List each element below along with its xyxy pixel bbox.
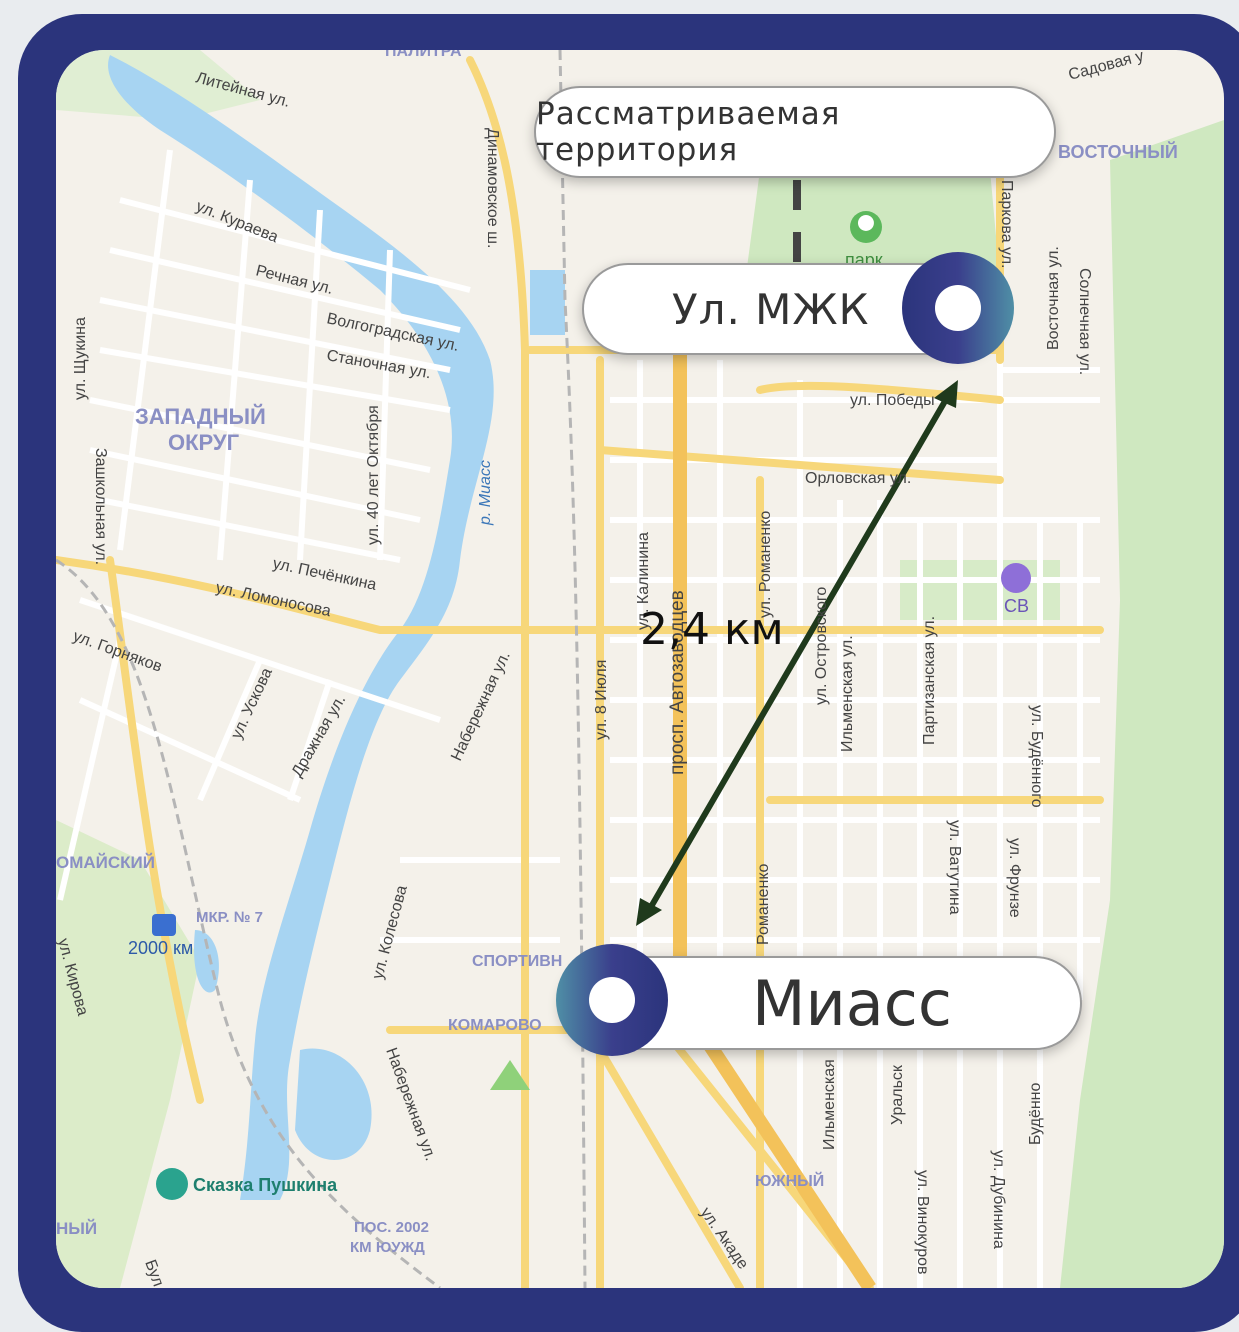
district-label: ЗАПАДНЫЙ [135, 404, 266, 429]
map-area[interactable]: Литейная ул. ул. Кураева Речная ул. Волг… [56, 50, 1224, 1288]
street-label: Уральск [889, 1064, 906, 1125]
street-label: Садовая у [1067, 50, 1146, 84]
territory-label: Рассматриваемая территория [536, 96, 841, 168]
street-label: Ильменская ул. [839, 635, 856, 752]
river-label: р. Миасс [477, 460, 494, 526]
street-label: ул. Ватутина [946, 820, 963, 915]
street-label: Партизанская ул. [921, 616, 938, 745]
marker-dot [935, 285, 981, 331]
end-marker-icon[interactable] [556, 944, 668, 1056]
district-label: МКР. № 7 [196, 909, 263, 926]
district-label: СПОРТИВН [472, 953, 562, 970]
street-label: ул. Будённого [1028, 705, 1045, 808]
street-label: ул. Щукина [72, 317, 89, 400]
green-sv [900, 560, 1060, 620]
street-label: ул. Фрунзе [1006, 838, 1023, 918]
street-label: Романенко [755, 863, 772, 945]
museum-label: Сказка Пушкина [193, 1175, 338, 1195]
street-label: Солнечная ул. [1076, 268, 1093, 375]
street-label: ул. Колесова [369, 884, 410, 981]
street-label: ул. 8 Июля [593, 660, 610, 740]
district-label: ВОСТОЧНЫЙ [1058, 141, 1178, 162]
map-canvas: Литейная ул. ул. Кураева Речная ул. Волг… [56, 50, 1224, 1288]
street-label: ул. Винокуров [914, 1170, 931, 1275]
street-label: Восточная ул. [1045, 246, 1062, 350]
district-label: НЫЙ [56, 1219, 97, 1238]
marker-dot [589, 977, 635, 1023]
street-label: Динамовское ш. [484, 128, 501, 248]
street-label: ул. Победы [850, 392, 935, 409]
railway [558, 50, 587, 1288]
start-marker-icon[interactable] [902, 252, 1014, 364]
district-label: ОКРУГ [168, 430, 240, 455]
district-label: ПОС. 2002 [354, 1219, 429, 1236]
street-label: Бул [141, 1258, 166, 1288]
street-label: Зашкольная ул. [92, 448, 109, 565]
end-label: Миасс [752, 966, 952, 1040]
green-southwest [56, 820, 200, 1288]
district-label: ПАЛИТРА [385, 50, 462, 60]
street-label: Ильменская [821, 1059, 838, 1150]
street-label: Набережная ул. [448, 649, 514, 764]
district-label: ЮЖНЫЙ [755, 1171, 824, 1190]
street-label: ул. Дубинина [990, 1150, 1007, 1249]
district-label: КМ ЮУЖД [350, 1239, 425, 1256]
street-label: ул. 40 лет Октября [365, 405, 382, 545]
street-label: Паркова ул. [998, 180, 1015, 268]
hotel-label: СВ [1004, 596, 1029, 616]
territory-callout: Рассматриваемая территория [534, 86, 1056, 178]
train-station-icon[interactable] [152, 914, 176, 936]
pond [530, 270, 565, 335]
lake-south [295, 1048, 372, 1160]
tree-icon [857, 215, 874, 231]
street-label: ул. Печёнкина [271, 555, 378, 594]
start-label: Ул. МЖК [672, 284, 870, 334]
street-label: ул. Ломоносова [214, 579, 332, 620]
street-label: Станочная ул. [325, 347, 432, 382]
street-label: ул. Островского [813, 587, 830, 705]
hotel-icon[interactable] [1001, 563, 1031, 593]
distance-label: 2,4 км [640, 604, 784, 655]
district-label: КОМАРОВО [448, 1017, 542, 1034]
street-label: ул. Романенко [757, 511, 774, 618]
street-label: Будённо [1027, 1082, 1044, 1145]
station-label: 2000 км [128, 938, 193, 958]
street-label: Орловская ул. [805, 470, 911, 487]
district-label: ОМАЙСКИЙ [56, 853, 155, 872]
street-label: Набережная ул. [382, 1046, 439, 1164]
museum-icon[interactable] [156, 1168, 188, 1200]
